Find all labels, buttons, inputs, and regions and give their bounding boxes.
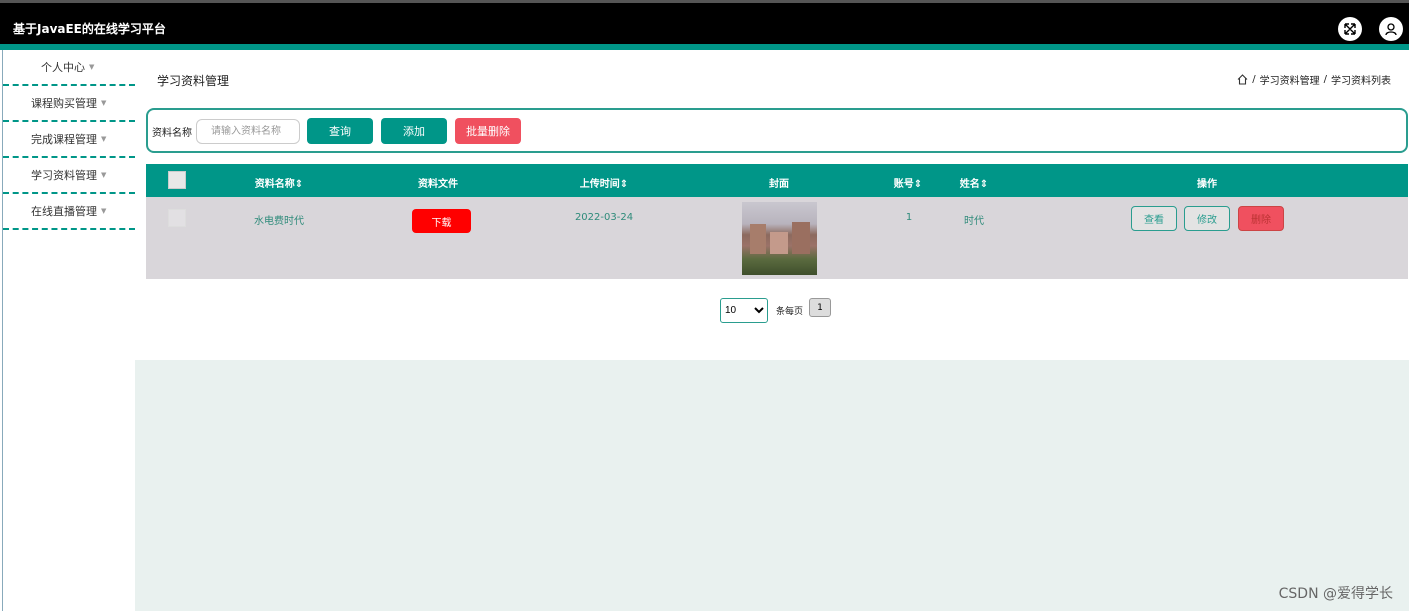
- breadcrumb-separator: /: [1252, 74, 1256, 85]
- home-icon[interactable]: [1237, 74, 1248, 85]
- sidebar-item-study-materials[interactable]: 学习资料管理 ▼: [3, 158, 135, 194]
- breadcrumb-separator: /: [1323, 74, 1327, 85]
- column-header-cover: 封面: [769, 179, 789, 190]
- breadcrumb-item-list: 学习资料列表: [1331, 76, 1391, 87]
- search-label: 资料名称: [152, 128, 192, 139]
- column-header-name[interactable]: 资料名称⇕: [255, 175, 303, 190]
- pagination: 10 条每页 1: [720, 298, 832, 323]
- caret-down-icon: ▼: [101, 135, 107, 143]
- caret-down-icon: ▼: [101, 171, 107, 179]
- edit-button[interactable]: 修改: [1184, 206, 1230, 231]
- sidebar-item-live-stream[interactable]: 在线直播管理 ▼: [3, 194, 135, 230]
- user-avatar-icon[interactable]: [1379, 17, 1403, 41]
- cell-account: 1: [905, 212, 913, 223]
- app-title: 基于JavaEE的在线学习平台: [13, 22, 166, 36]
- cell-name: 水电费时代: [254, 216, 304, 227]
- cover-image: [742, 202, 817, 275]
- select-all-checkbox[interactable]: [168, 171, 186, 189]
- page-title: 学习资料管理: [157, 74, 230, 88]
- main-content: 学习资料管理 / 学习资料管理 / 学习资料列表 资料名称 请输入资料名称 查询…: [135, 50, 1409, 360]
- sidebar-item-completed-course[interactable]: 完成课程管理 ▼: [3, 122, 135, 158]
- cell-realname: 时代: [964, 216, 984, 227]
- page-number-button[interactable]: 1: [809, 298, 832, 317]
- caret-down-icon: ▼: [89, 63, 95, 71]
- caret-down-icon: ▼: [101, 99, 107, 107]
- sidebar-item-personal-center[interactable]: 个人中心 ▼: [3, 50, 135, 86]
- column-header-actions: 操作: [1197, 179, 1217, 190]
- sidebar-item-label: 学习资料管理: [31, 169, 97, 182]
- breadcrumb-item-materials[interactable]: 学习资料管理: [1260, 72, 1320, 87]
- download-button[interactable]: 下载: [412, 209, 471, 233]
- query-button[interactable]: 查询: [307, 118, 373, 144]
- column-header-account[interactable]: 账号⇕: [894, 175, 922, 190]
- watermark: CSDN @爱得学长: [1278, 586, 1393, 602]
- cell-upload-time: 2022-03-24: [574, 212, 634, 223]
- delete-button[interactable]: 删除: [1238, 206, 1284, 231]
- sidebar-item-course-purchase[interactable]: 课程购买管理 ▼: [3, 86, 135, 122]
- view-button[interactable]: 查看: [1131, 206, 1177, 231]
- sidebar-item-label: 在线直播管理: [31, 205, 97, 218]
- breadcrumb: / 学习资料管理 / 学习资料列表: [1237, 72, 1391, 87]
- sidebar-item-label: 课程购买管理: [31, 97, 97, 110]
- search-panel: 资料名称 请输入资料名称 查询 添加 批量删除: [146, 108, 1408, 153]
- per-page-label: 条每页: [776, 307, 804, 317]
- column-header-upload-time[interactable]: 上传时间⇕: [580, 175, 628, 190]
- sidebar-item-label: 完成课程管理: [31, 133, 97, 146]
- sidebar-item-label: 个人中心: [41, 61, 85, 74]
- top-bar: 基于JavaEE的在线学习平台: [0, 0, 1409, 44]
- add-button[interactable]: 添加: [381, 118, 447, 144]
- table-row: 水电费时代 下载 2022-03-24 1 时代 查看 修改 删除: [146, 197, 1408, 279]
- column-header-file: 资料文件: [418, 179, 458, 190]
- fullscreen-icon[interactable]: [1338, 17, 1362, 41]
- row-checkbox[interactable]: [168, 209, 186, 227]
- column-header-realname[interactable]: 姓名⇕: [960, 175, 988, 190]
- content-background: [135, 360, 1409, 611]
- table-header: 资料名称⇕ 资料文件 上传时间⇕ 封面 账号⇕ 姓名⇕ 操作: [146, 164, 1408, 197]
- batch-delete-button[interactable]: 批量删除: [455, 118, 521, 144]
- caret-down-icon: ▼: [101, 207, 107, 215]
- search-input[interactable]: 请输入资料名称: [196, 119, 300, 144]
- page-size-select[interactable]: 10: [720, 298, 768, 323]
- sidebar: 个人中心 ▼ 课程购买管理 ▼ 完成课程管理 ▼ 学习资料管理 ▼ 在线直播管理 ▼: [2, 50, 135, 611]
